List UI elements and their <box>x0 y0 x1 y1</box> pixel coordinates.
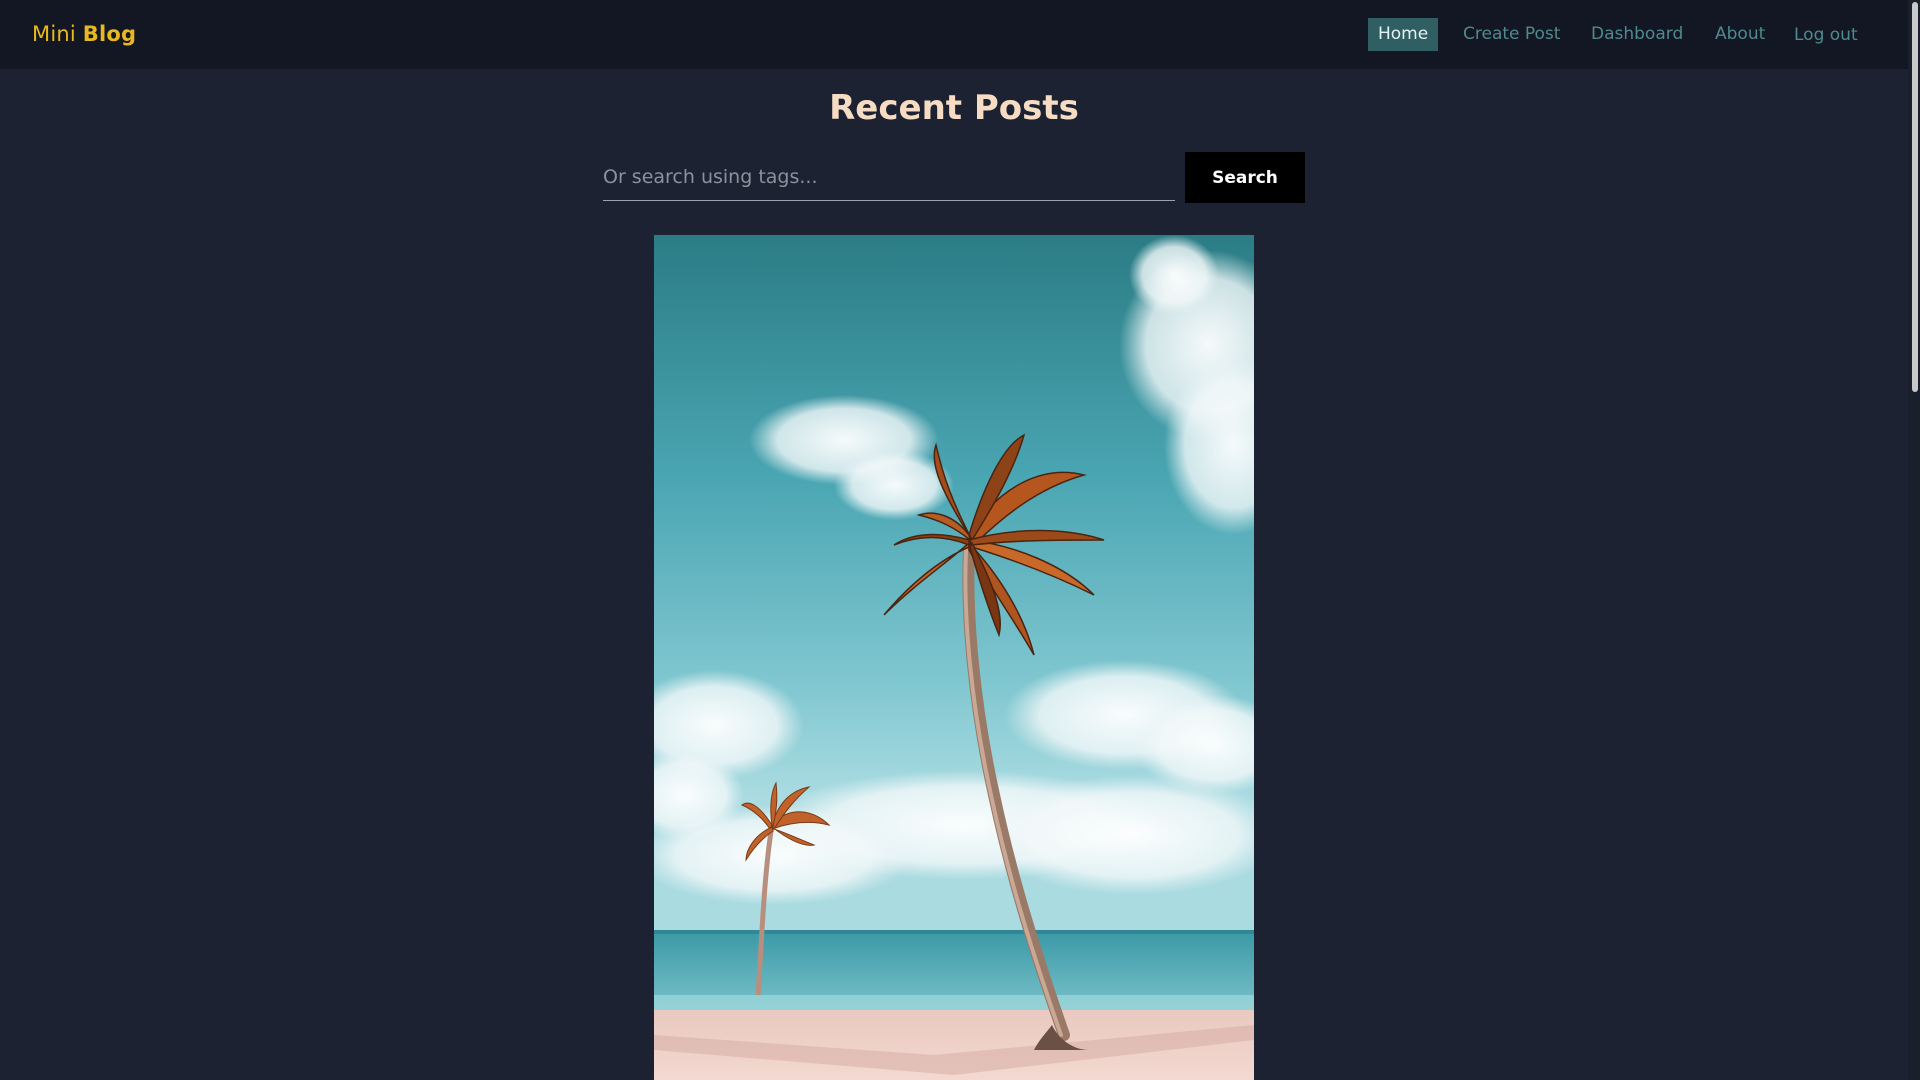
page-title: Recent Posts <box>829 88 1079 128</box>
scrollbar-thumb[interactable] <box>1912 2 1918 392</box>
search-button[interactable]: Search <box>1185 152 1305 203</box>
nav-home-link[interactable]: Home <box>1368 18 1439 51</box>
nav-create-post-link[interactable]: Create Post <box>1463 18 1560 51</box>
nav-about-link[interactable]: About <box>1715 18 1765 51</box>
page-scrollbar[interactable] <box>1908 0 1920 1080</box>
nav-logout-link[interactable]: Log out <box>1794 19 1858 52</box>
app-viewport: Mini Blog Home Create Post Dashboard Abo… <box>0 0 1920 1080</box>
brand-bold-text: Blog <box>82 22 137 46</box>
tag-search-input[interactable] <box>603 153 1175 201</box>
top-navbar: Mini Blog Home Create Post Dashboard Abo… <box>0 0 1908 69</box>
brand-light-text: Mini <box>32 22 76 46</box>
palm-beach-illustration <box>654 235 1254 1080</box>
brand-logo[interactable]: Mini Blog <box>32 22 136 46</box>
post-cover-image[interactable] <box>654 235 1254 1080</box>
nav-dashboard-link[interactable]: Dashboard <box>1591 18 1683 51</box>
